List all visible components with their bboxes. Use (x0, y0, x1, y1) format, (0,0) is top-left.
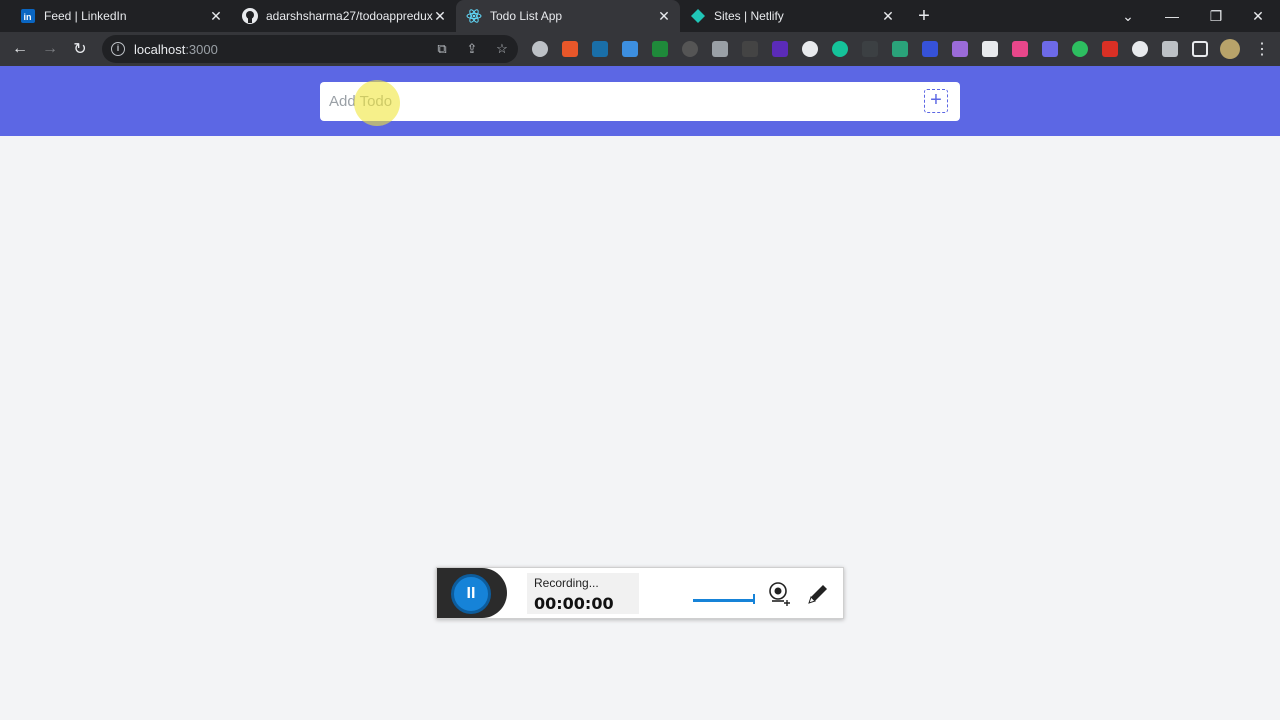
extension-eye-icon[interactable] (682, 41, 698, 57)
extension-purple-icon[interactable] (772, 41, 788, 57)
react-icon (466, 8, 482, 24)
url-host: localhost (134, 42, 186, 57)
extension-blue-icon[interactable] (922, 41, 938, 57)
extension-feather-icon[interactable] (952, 41, 968, 57)
volume-slider[interactable] (693, 599, 755, 602)
netlify-icon (690, 8, 706, 24)
forward-button[interactable]: → (38, 37, 62, 61)
share-icon[interactable]: ⇪ (464, 41, 480, 57)
linkedin-icon: in (20, 8, 36, 24)
extension-square-icon[interactable] (1042, 41, 1058, 57)
menu-kebab-icon[interactable]: ⋮ (1250, 37, 1274, 61)
new-tab-button[interactable]: + (914, 6, 934, 26)
extension-download-icon[interactable] (622, 41, 638, 57)
extension-red-icon[interactable] (562, 41, 578, 57)
extension-redbox-icon[interactable] (1102, 41, 1118, 57)
recording-status: Recording... (534, 576, 599, 590)
recorder-control-panel: II (437, 568, 507, 618)
extension-crown-icon[interactable] (982, 41, 998, 57)
extension-green-icon[interactable] (652, 41, 668, 57)
extension-dots-icon[interactable] (862, 41, 878, 57)
svg-text:in: in (24, 12, 32, 22)
bookmark-star-icon[interactable]: ☆ (494, 41, 510, 57)
tab-title: Sites | Netlify (714, 9, 784, 23)
reload-button[interactable]: ↻ (68, 37, 92, 61)
webcam-icon[interactable] (767, 581, 791, 607)
close-tab-icon[interactable]: ✕ (880, 8, 896, 24)
github-icon (242, 8, 258, 24)
url-text: localhost:3000 (134, 42, 218, 57)
open-in-app-icon[interactable]: ⧉ (434, 41, 450, 57)
todo-input-container: + (320, 82, 960, 121)
back-button[interactable]: ← (8, 37, 32, 61)
extension-h-icon[interactable] (1132, 41, 1148, 57)
recorder-info: Recording... 00:00:00 (527, 573, 639, 614)
address-bar[interactable]: i localhost:3000 ⧉ ⇪ ☆ (102, 35, 518, 63)
tab-title: adarshsharma27/todoappredux (266, 9, 433, 23)
extension-camera-icon[interactable] (712, 41, 728, 57)
restore-button[interactable]: ❐ (1196, 0, 1236, 32)
close-tab-icon[interactable]: ✕ (208, 8, 224, 24)
tab-strip: in Feed | LinkedIn ✕ adarshsharma27/todo… (0, 0, 1280, 32)
tab-todo-list-app[interactable]: Todo List App ✕ (456, 0, 680, 32)
extension-anchor-icon[interactable] (892, 41, 908, 57)
pause-recording-button[interactable]: II (451, 574, 491, 614)
app-header: + (0, 66, 1280, 136)
extensions-puzzle-icon[interactable] (1162, 41, 1178, 57)
minimize-button[interactable]: — (1152, 0, 1192, 32)
add-todo-button[interactable]: + (924, 89, 948, 113)
add-todo-input[interactable] (320, 82, 910, 121)
pencil-icon[interactable] (805, 581, 829, 607)
tab-netlify[interactable]: Sites | Netlify ✕ (684, 0, 904, 32)
evernote-icon[interactable] (1072, 41, 1088, 57)
tab-linkedin[interactable]: in Feed | LinkedIn ✕ (12, 0, 232, 32)
url-port: :3000 (185, 42, 218, 57)
volume-slider-handle[interactable] (753, 594, 755, 604)
tab-title: Feed | LinkedIn (44, 9, 127, 23)
extension-gear-icon[interactable] (532, 41, 548, 57)
close-window-button[interactable]: ✕ (1238, 0, 1278, 32)
close-tab-icon[interactable]: ✕ (656, 8, 672, 24)
tab-search-icon[interactable]: ⌄ (1108, 0, 1148, 32)
recording-timer: 00:00:00 (534, 594, 614, 613)
browser-toolbar: ← → ↻ i localhost:3000 ⧉ ⇪ ☆ ⋮ (0, 32, 1280, 66)
extension-white-icon[interactable] (802, 41, 818, 57)
tab-github[interactable]: adarshsharma27/todoappredux ✕ (236, 0, 456, 32)
grammarly-icon[interactable] (832, 41, 848, 57)
tab-title: Todo List App (490, 9, 563, 23)
close-tab-icon[interactable]: ✕ (432, 8, 448, 24)
extension-grid-icon[interactable] (742, 41, 758, 57)
side-panel-icon[interactable] (1192, 41, 1208, 57)
profile-avatar[interactable] (1220, 39, 1240, 59)
extension-n-icon[interactable] (592, 41, 608, 57)
site-info-icon[interactable]: i (111, 42, 125, 56)
screen-recorder-widget: II Recording... 00:00:00 (436, 567, 844, 619)
extension-color-icon[interactable] (1012, 41, 1028, 57)
